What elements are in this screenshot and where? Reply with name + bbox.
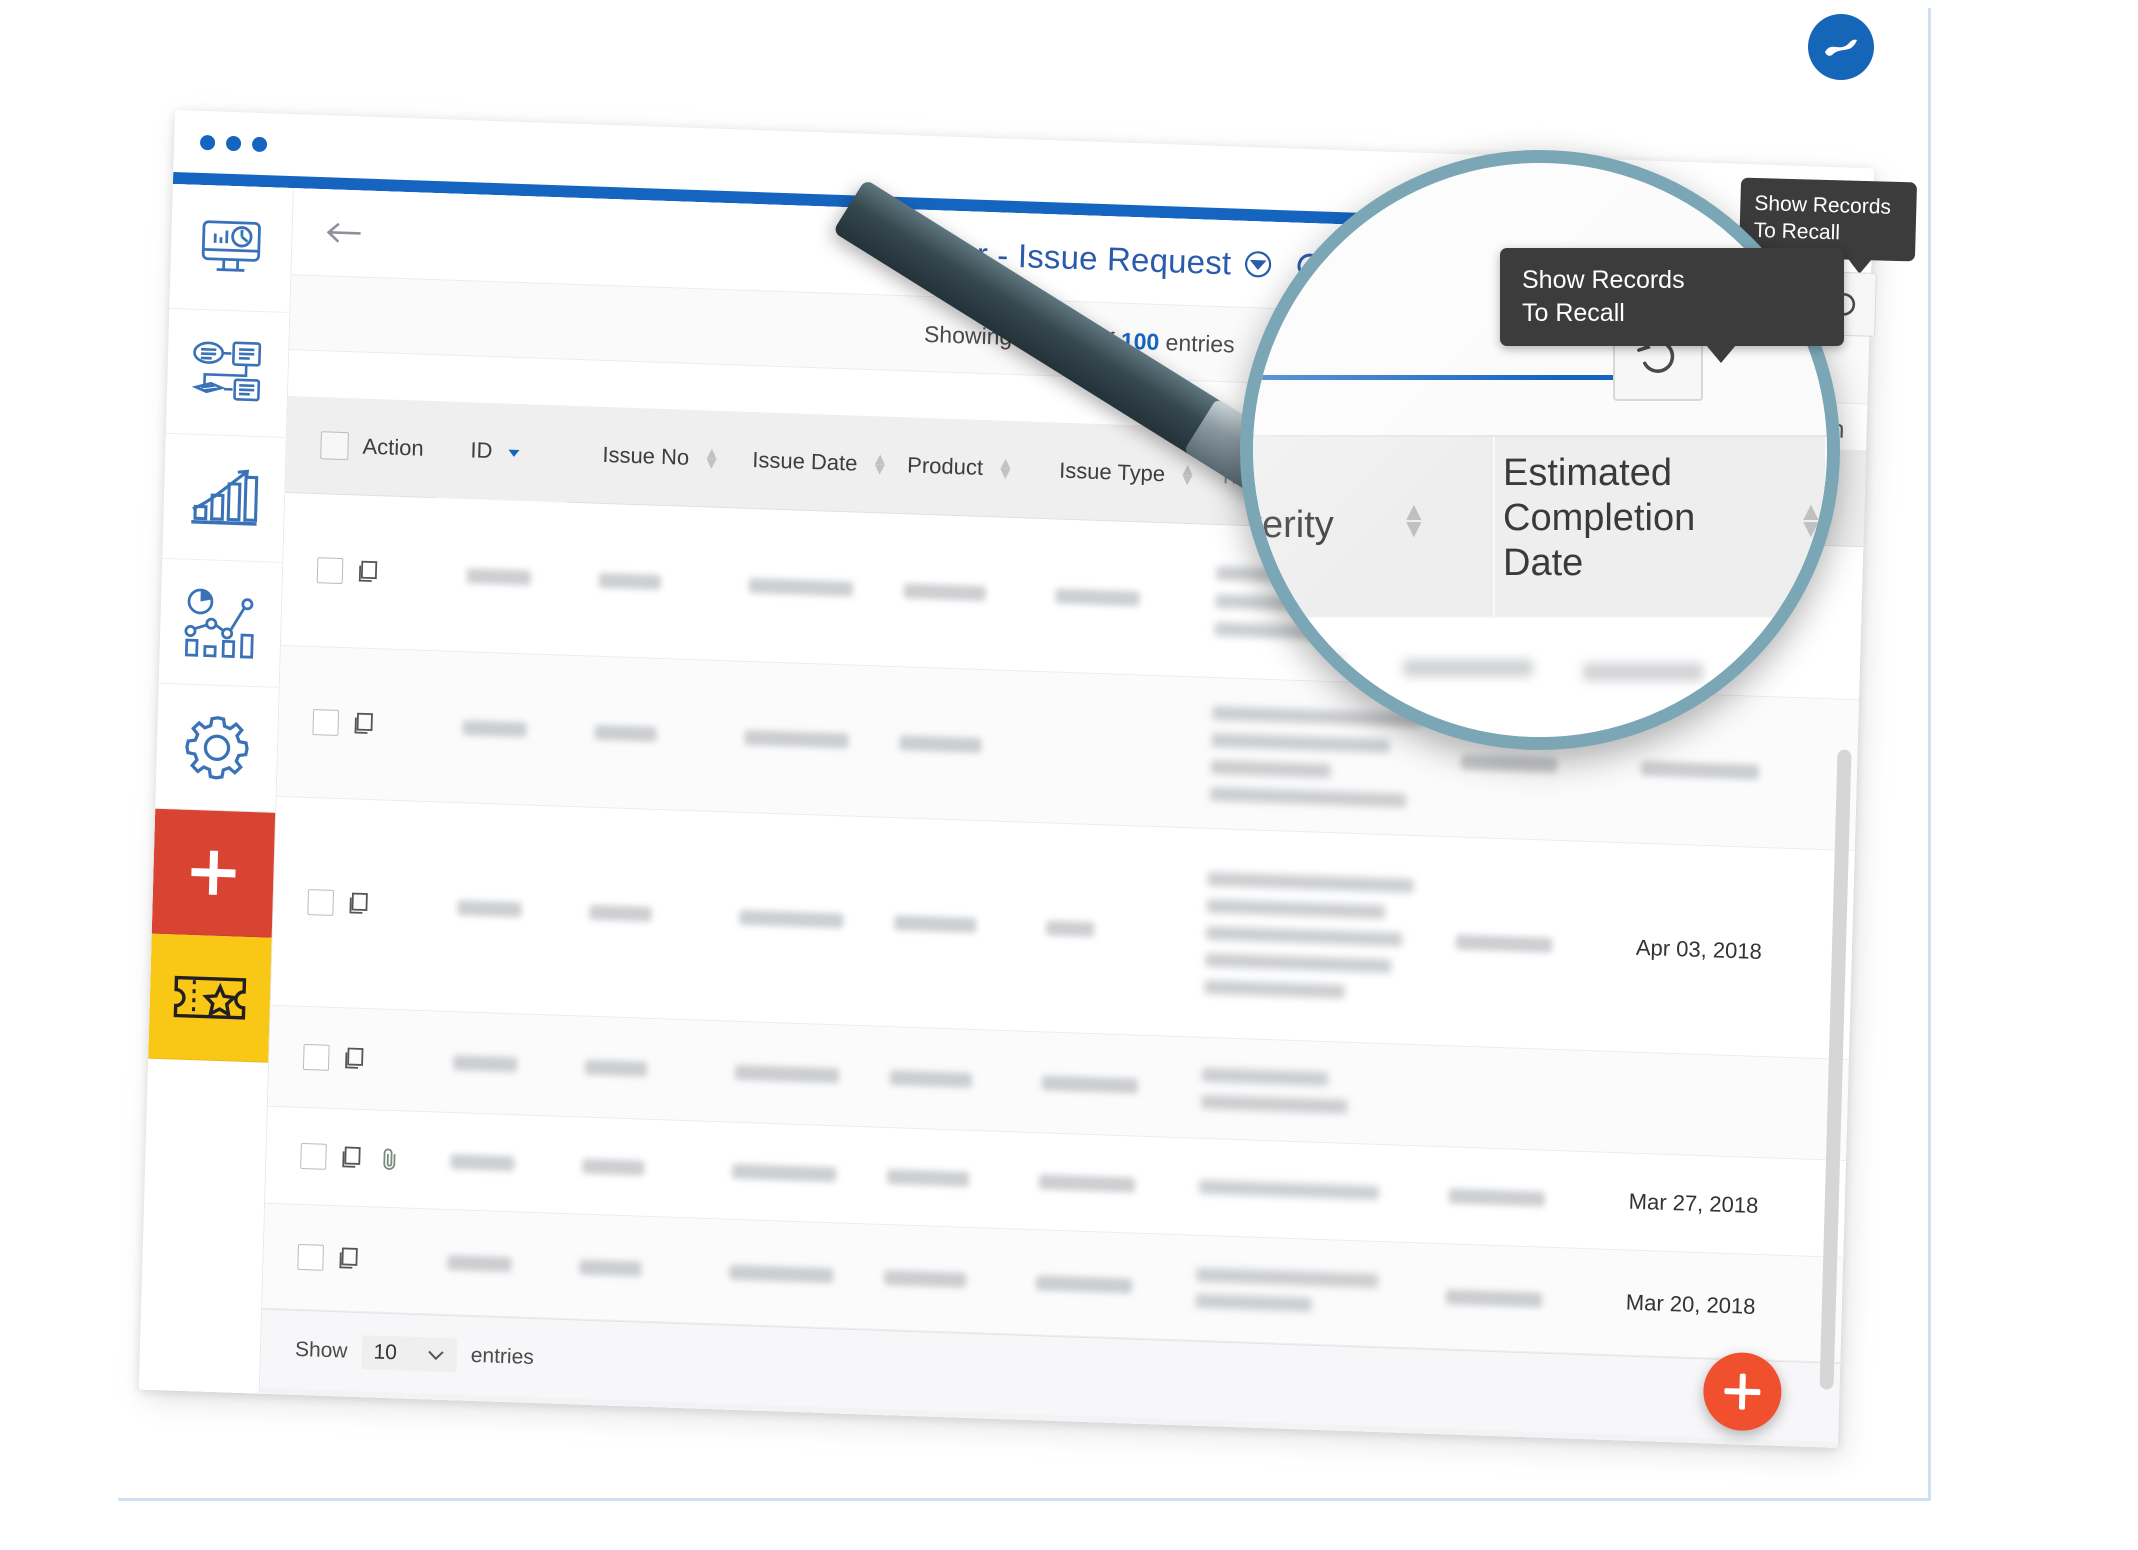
- magnified-search-underline: [1253, 375, 1633, 380]
- column-product[interactable]: Product ▲ ▼: [907, 452, 1060, 483]
- wave-logo-icon: [1825, 39, 1857, 56]
- plus-icon: [191, 850, 236, 895]
- copy-icon[interactable]: [335, 1245, 362, 1272]
- column-issue-type[interactable]: Issue Type ▲ ▼: [1058, 457, 1220, 490]
- row-checkbox[interactable]: [300, 1142, 327, 1170]
- pagination-page-3[interactable]: 3: [1138, 1447, 1185, 1448]
- row-checkbox[interactable]: [312, 709, 340, 736]
- entries-value: 10: [373, 1340, 398, 1365]
- sidebar-item-analytics[interactable]: [158, 558, 283, 688]
- row-checkbox[interactable]: [297, 1243, 324, 1271]
- cell-estimated-completion-date: Apr 03, 2018: [1635, 934, 1763, 965]
- magnified-header-divider: [1253, 435, 1827, 437]
- column-label: Issue No: [602, 441, 690, 470]
- row-checkbox[interactable]: [316, 557, 344, 585]
- tooltip-recall-main: Show Records To Recall: [1500, 248, 1844, 363]
- entries-select[interactable]: 10: [361, 1335, 458, 1373]
- magnified-severity-label: verity: [1253, 504, 1334, 546]
- magnified-rows: [1253, 619, 1827, 737]
- column-issue-no[interactable]: Issue No ▲ ▼: [602, 442, 753, 473]
- pagination-page-1[interactable]: 1: [994, 1437, 1041, 1448]
- back-button[interactable]: [324, 217, 365, 248]
- pagination-previous[interactable]: Previous: [883, 1444, 970, 1448]
- copy-icon[interactable]: [338, 1144, 365, 1171]
- row-checkbox[interactable]: [307, 889, 335, 916]
- column-label: Issue Type: [1058, 457, 1166, 487]
- window-dot[interactable]: [251, 136, 268, 152]
- screenshot-root: Tracker - Issue Request Showing 100 entr…: [0, 0, 2138, 1550]
- show-label: Show: [294, 1337, 348, 1363]
- window-dots: [199, 134, 268, 152]
- sidebar-item-workflow[interactable]: [165, 308, 290, 438]
- sort-indicator-desc[interactable]: [506, 439, 521, 465]
- magnified-estimated-label: Estimated Completion Date: [1503, 452, 1696, 584]
- pagination-page-2[interactable]: 2: [1066, 1444, 1113, 1448]
- column-issue-date[interactable]: Issue Date ▲ ▼: [751, 447, 908, 479]
- column-id[interactable]: ID: [470, 437, 603, 468]
- pagination-first[interactable]: First: [815, 1442, 858, 1448]
- sidebar-item-reports[interactable]: [162, 433, 286, 563]
- column-label: Issue Date: [751, 447, 858, 476]
- copy-icon[interactable]: [345, 890, 372, 917]
- magnifier-glass: verity ▲▼ Estimated Completion Date ▲▼: [1240, 150, 1840, 750]
- tooltip-tail: [1706, 345, 1737, 363]
- sort-indicator[interactable]: ▲▼: [703, 443, 721, 473]
- column-label: Product: [906, 452, 984, 480]
- chevron-down-icon: [428, 1350, 444, 1361]
- sidebar-item-dashboard[interactable]: [169, 183, 293, 314]
- cell-severity: Medium: [1857, 942, 1872, 971]
- column-label: ID: [470, 437, 493, 464]
- sidebar-item-tickets[interactable]: [148, 933, 272, 1063]
- window-dot[interactable]: [199, 134, 216, 150]
- copy-icon[interactable]: [350, 710, 377, 737]
- back-arrow-icon: [326, 222, 361, 243]
- column-label: Action: [362, 433, 425, 461]
- magnifier: verity ▲▼ Estimated Completion Date ▲▼: [832, 150, 1840, 750]
- analytics-mix-icon: [184, 588, 254, 659]
- row-checkbox[interactable]: [302, 1043, 330, 1071]
- cell-severity: Low: [1850, 1196, 1872, 1223]
- sidebar-item-settings[interactable]: [155, 683, 279, 813]
- column-action[interactable]: Action: [286, 430, 471, 464]
- sort-indicator[interactable]: ▲▼: [1179, 460, 1197, 490]
- growth-chart-icon: [191, 469, 259, 526]
- ticket-star-icon: [173, 975, 247, 1020]
- workflow-diagram-icon: [191, 341, 262, 402]
- select-all-checkbox[interactable]: [320, 431, 349, 461]
- sidebar-item-add[interactable]: [151, 808, 276, 938]
- copy-icon[interactable]: [355, 558, 382, 585]
- summary-suffix: entries: [1158, 328, 1236, 358]
- magnified-sort-indicator[interactable]: ▲ ▼: [1798, 498, 1824, 541]
- attachment-clip-icon[interactable]: [380, 1146, 401, 1173]
- cell-severity: Low: [1847, 1297, 1872, 1324]
- cell-estimated-completion-date: Mar 20, 2018: [1625, 1289, 1756, 1320]
- sort-indicator[interactable]: ▲▼: [997, 453, 1015, 483]
- entries-label: entries: [470, 1343, 535, 1370]
- copy-icon[interactable]: [341, 1045, 368, 1072]
- caret-down-icon: [508, 449, 520, 457]
- gear-icon: [185, 716, 249, 780]
- sort-indicator[interactable]: ▲▼: [871, 449, 889, 479]
- cell-estimated-completion-date: Mar 27, 2018: [1628, 1188, 1759, 1219]
- dashboard-monitor-icon: [201, 220, 261, 272]
- magnified-sort-indicator[interactable]: ▲ ▼: [1401, 498, 1427, 541]
- window-dot[interactable]: [225, 135, 242, 151]
- brand-logo: [1808, 14, 1874, 80]
